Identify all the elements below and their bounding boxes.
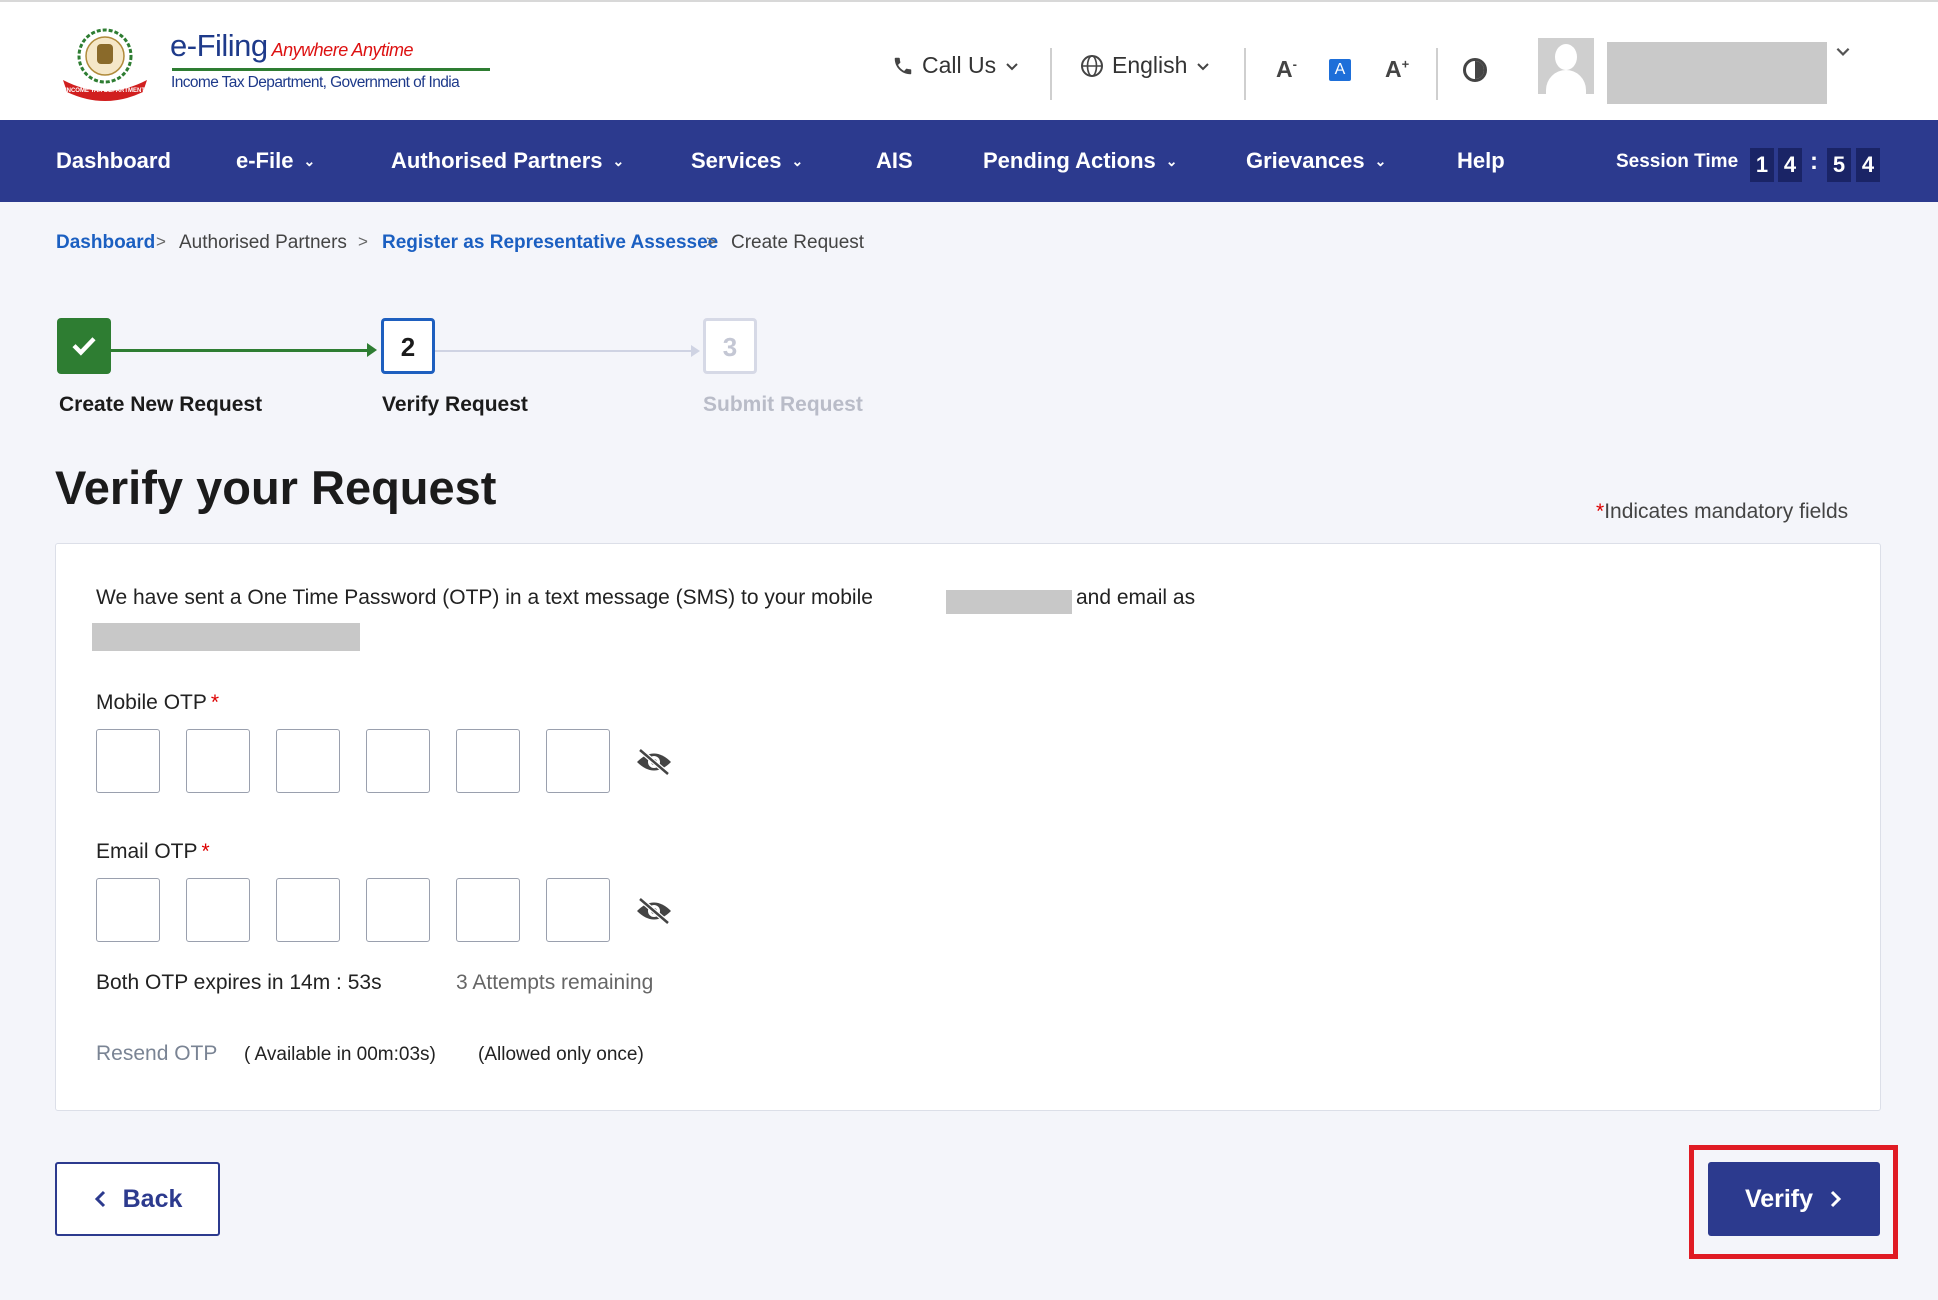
chevron-down-icon: ⌄: [1374, 153, 1387, 169]
back-button-label: Back: [122, 1184, 183, 1213]
font-normal-button[interactable]: A: [1329, 59, 1351, 81]
breadcrumb-register-representative[interactable]: Register as Representative Assessee: [382, 232, 718, 254]
eye-off-icon[interactable]: [634, 747, 674, 777]
chevron-down-icon: [1006, 62, 1018, 70]
breadcrumb-authorised-partners: Authorised Partners: [179, 232, 347, 253]
chevron-down-icon: ⌄: [612, 153, 625, 169]
mobile-otp-digit-1[interactable]: [96, 729, 160, 793]
page-title: Verify your Request: [55, 461, 497, 514]
user-name-redacted: [1607, 42, 1827, 104]
chevron-right-icon: [1830, 1190, 1842, 1208]
checkmark-icon: [72, 337, 96, 356]
mobile-otp-digit-6[interactable]: [546, 729, 610, 793]
otp-sent-message: We have sent a One Time Password (OTP) i…: [96, 586, 873, 609]
nav-dashboard[interactable]: Dashboard: [56, 120, 171, 202]
step-2-label: Verify Request: [382, 393, 528, 416]
mobile-number-redacted: [946, 590, 1072, 614]
session-digit: 1: [1750, 148, 1774, 182]
header-divider: [1050, 48, 1052, 100]
step-1-label: Create New Request: [59, 393, 263, 416]
mobile-otp-digit-3[interactable]: [276, 729, 340, 793]
session-colon: :: [1810, 148, 1818, 175]
top-header: INCOME TAX DEPARTMENT e-Filing Anywhere A…: [0, 0, 1938, 120]
language-selector[interactable]: English: [1080, 52, 1211, 79]
verify-button[interactable]: Verify: [1708, 1162, 1880, 1236]
nav-ais[interactable]: AIS: [876, 120, 913, 202]
call-us-label: Call Us: [922, 52, 997, 78]
breadcrumb-create-request: Create Request: [731, 232, 865, 253]
email-otp-digit-5[interactable]: [456, 878, 520, 942]
chevron-down-icon: [1197, 62, 1210, 70]
logo-subtitle: Income Tax Department, Government of Ind…: [171, 74, 460, 91]
mobile-otp-digit-2[interactable]: [186, 729, 250, 793]
resend-availability: ( Available in 00m:03s): [244, 1044, 436, 1065]
chevron-left-icon: [94, 1190, 105, 1208]
otp-attempts-remaining: 3 Attempts remaining: [456, 971, 654, 994]
email-otp-digit-4[interactable]: [366, 878, 430, 942]
mobile-otp-digit-5[interactable]: [456, 729, 520, 793]
otp-card: We have sent a One Time Password (OTP) i…: [55, 543, 1881, 1111]
step-3-label: Submit Request: [703, 393, 863, 416]
step-3-pending: 3: [703, 318, 757, 374]
logo-title: e-Filing Anywhere Anytime: [170, 28, 414, 63]
email-otp-digit-3[interactable]: [276, 878, 340, 942]
mandatory-fields-note: *Indicates mandatory fields: [1596, 500, 1849, 523]
logo-tagline: Anywhere Anytime: [271, 40, 414, 60]
chevron-down-icon: ⌄: [791, 153, 804, 169]
email-otp-digit-2[interactable]: [186, 878, 250, 942]
session-digit: 4: [1856, 148, 1880, 182]
step-connector-arrow: [691, 345, 700, 357]
header-divider: [1436, 48, 1438, 100]
session-digit: 5: [1827, 148, 1851, 182]
chevron-down-icon: ⌄: [1165, 153, 1178, 169]
mobile-otp-label: Mobile OTP *: [96, 691, 220, 714]
email-otp-digit-1[interactable]: [96, 878, 160, 942]
nav-services[interactable]: Services ⌄: [691, 120, 803, 202]
nav-pending-actions[interactable]: Pending Actions ⌄: [983, 120, 1177, 202]
breadcrumb-separator: >: [156, 232, 166, 251]
language-label: English: [1112, 52, 1188, 78]
logo-underline: [172, 68, 490, 71]
session-digit: 4: [1778, 148, 1802, 182]
step-connector: [435, 350, 695, 352]
font-decrease-button[interactable]: A-: [1276, 56, 1297, 83]
back-button[interactable]: Back: [55, 1162, 220, 1236]
nav-help[interactable]: Help: [1457, 120, 1505, 202]
user-avatar-icon[interactable]: [1538, 38, 1594, 94]
emblem-icon: INCOME TAX DEPARTMENT: [63, 28, 147, 101]
step-2-active: 2: [381, 318, 435, 374]
mobile-otp-digit-4[interactable]: [366, 729, 430, 793]
email-redacted: [92, 623, 360, 651]
otp-sent-message-email: and email as: [1076, 586, 1196, 609]
breadcrumb-separator: >: [358, 232, 368, 251]
email-otp-digit-6[interactable]: [546, 878, 610, 942]
chevron-down-icon: ⌄: [303, 153, 316, 169]
verify-button-label: Verify: [1744, 1184, 1814, 1213]
step-1-complete: [57, 318, 111, 374]
font-increase-button[interactable]: A+: [1385, 56, 1409, 83]
nav-efile[interactable]: e-File ⌄: [236, 120, 315, 202]
nav-authorised-partners[interactable]: Authorised Partners ⌄: [391, 120, 624, 202]
breadcrumb-separator: >: [706, 232, 716, 251]
call-us-button[interactable]: Call Us: [892, 52, 1020, 79]
header-divider: [1244, 48, 1246, 100]
email-otp-label: Email OTP *: [96, 840, 210, 863]
globe-icon: [1081, 54, 1103, 77]
contrast-icon[interactable]: [1463, 58, 1487, 82]
resend-otp-link[interactable]: Resend OTP: [96, 1042, 217, 1066]
step-connector-arrow: [367, 343, 377, 357]
otp-expiry-timer: Both OTP expires in 14m : 53s: [96, 971, 382, 994]
breadcrumb-dashboard[interactable]: Dashboard: [56, 232, 155, 254]
nav-grievances[interactable]: Grievances ⌄: [1246, 120, 1386, 202]
svg-text:INCOME TAX DEPARTMENT: INCOME TAX DEPARTMENT: [65, 88, 145, 94]
session-time-label: Session Time: [1616, 151, 1739, 172]
efiling-logo[interactable]: INCOME TAX DEPARTMENT e-Filing Anywhere A…: [55, 20, 490, 105]
phone-icon: [894, 57, 912, 74]
chevron-down-icon[interactable]: [1834, 42, 1852, 60]
eye-off-icon[interactable]: [634, 896, 674, 926]
main-navbar: Dashboard e-File ⌄ Authorised Partners ⌄ S…: [0, 120, 1938, 202]
step-connector: [111, 349, 373, 352]
resend-allowed-note: (Allowed only once): [478, 1044, 644, 1065]
